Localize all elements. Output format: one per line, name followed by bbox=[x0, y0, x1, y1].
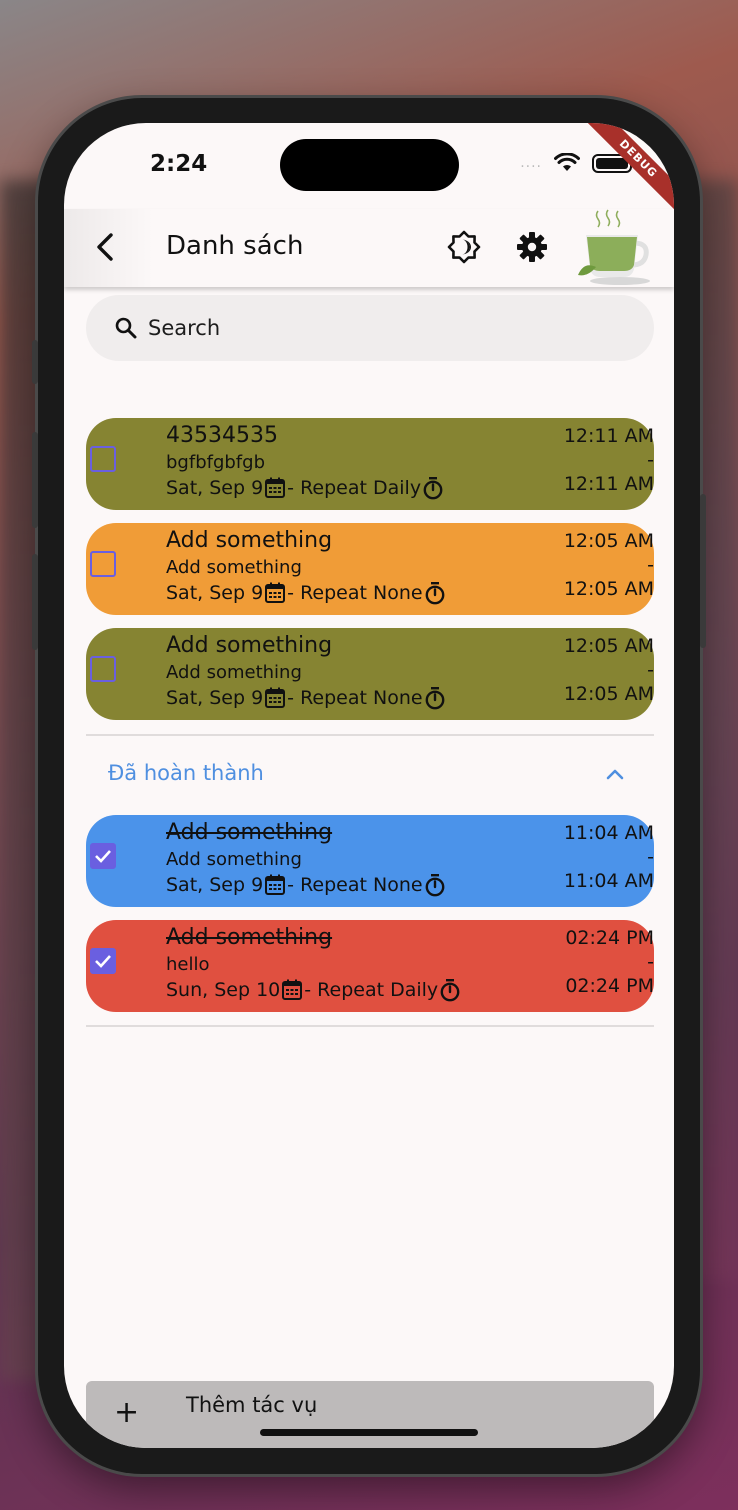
task-meta: Sat, Sep 9 - Repeat None bbox=[166, 873, 447, 897]
task-time-separator: - bbox=[647, 449, 654, 471]
dynamic-island bbox=[280, 139, 459, 191]
task-end-time: 12:05 AM bbox=[563, 683, 654, 705]
task-description: Add something bbox=[166, 849, 302, 870]
app-screen: 2:24 .... DEBUG Danh sách Search 4353453… bbox=[64, 123, 674, 1448]
task-time-separator: - bbox=[647, 846, 654, 868]
page-title: Danh sách bbox=[166, 231, 304, 261]
section-divider bbox=[86, 1025, 654, 1027]
timer-icon bbox=[423, 477, 443, 500]
task-card[interactable]: Add something Add something Sat, Sep 9 -… bbox=[86, 628, 654, 720]
task-time: 11:04 AM - 11:04 AM bbox=[544, 821, 654, 893]
task-description: hello bbox=[166, 954, 210, 975]
theme-toggle-button[interactable] bbox=[444, 227, 484, 267]
calendar-icon bbox=[265, 687, 286, 708]
task-checkbox-checked[interactable] bbox=[90, 948, 116, 974]
task-repeat: - Repeat None bbox=[287, 874, 423, 896]
task-card[interactable]: Add something Add something Sat, Sep 9 -… bbox=[86, 523, 654, 615]
task-meta: Sun, Sep 10 - Repeat Daily bbox=[166, 978, 462, 1002]
wifi-icon bbox=[554, 153, 580, 171]
task-description: Add something bbox=[166, 662, 302, 683]
task-end-time: 02:24 PM bbox=[565, 975, 654, 997]
status-icons: .... bbox=[520, 153, 632, 173]
task-checkbox[interactable] bbox=[90, 551, 116, 577]
task-start-time: 12:11 AM bbox=[563, 425, 654, 447]
task-title: Add something bbox=[166, 820, 333, 845]
task-title: Add something bbox=[166, 528, 333, 553]
phone-volume-down bbox=[32, 554, 38, 650]
task-repeat: - Repeat Daily bbox=[304, 979, 439, 1001]
completed-task-card[interactable]: Add something hello Sun, Sep 10 - Repeat… bbox=[86, 920, 654, 1012]
task-title: Add something bbox=[166, 633, 333, 658]
task-card[interactable]: 43534535 bgfbfgbfgb Sat, Sep 9 - Repeat … bbox=[86, 418, 654, 510]
timer-icon bbox=[425, 582, 444, 605]
task-description: Add something bbox=[166, 557, 302, 578]
task-repeat: - Repeat None bbox=[287, 582, 423, 604]
phone-power-button bbox=[700, 494, 706, 648]
task-date: Sun, Sep 10 bbox=[166, 979, 281, 1001]
settings-button[interactable] bbox=[512, 227, 552, 267]
add-task-label: Thêm tác vụ bbox=[186, 1393, 318, 1417]
gear-icon bbox=[517, 232, 547, 262]
task-time: 12:05 AM - 12:05 AM bbox=[544, 529, 654, 601]
app-bar: Danh sách bbox=[64, 209, 674, 287]
task-end-time: 12:05 AM bbox=[563, 578, 654, 600]
timer-icon bbox=[425, 687, 444, 710]
calendar-icon bbox=[265, 477, 286, 498]
task-checkbox[interactable] bbox=[90, 446, 116, 472]
search-bar[interactable]: Search bbox=[86, 295, 654, 361]
cellular-signal-icon: .... bbox=[520, 155, 542, 171]
check-icon bbox=[95, 955, 111, 968]
tea-cup-icon bbox=[568, 205, 652, 289]
task-start-time: 12:05 AM bbox=[563, 530, 654, 552]
timer-icon bbox=[425, 874, 444, 897]
task-repeat: - Repeat Daily bbox=[287, 477, 422, 499]
task-date: Sat, Sep 9 bbox=[166, 477, 264, 499]
plus-icon: + bbox=[114, 1395, 140, 1430]
task-date: Sat, Sep 9 bbox=[166, 687, 264, 709]
chevron-up-icon[interactable] bbox=[602, 761, 628, 787]
task-start-time: 12:05 AM bbox=[563, 635, 654, 657]
back-button[interactable] bbox=[86, 227, 126, 267]
search-placeholder: Search bbox=[148, 316, 221, 340]
task-end-time: 11:04 AM bbox=[563, 870, 654, 892]
task-time-separator: - bbox=[647, 659, 654, 681]
task-title: 43534535 bbox=[166, 423, 278, 448]
calendar-icon bbox=[282, 979, 303, 1000]
task-repeat: - Repeat None bbox=[287, 687, 423, 709]
phone-volume-up bbox=[32, 432, 38, 528]
calendar-icon bbox=[265, 874, 286, 895]
timer-icon bbox=[440, 979, 460, 1002]
task-meta: Sat, Sep 9 - Repeat None bbox=[166, 581, 447, 605]
completed-task-card[interactable]: Add something Add something Sat, Sep 9 -… bbox=[86, 815, 654, 907]
task-time: 12:11 AM - 12:11 AM bbox=[544, 424, 654, 496]
status-time: 2:24 bbox=[150, 151, 208, 177]
task-date: Sat, Sep 9 bbox=[166, 874, 264, 896]
task-date: Sat, Sep 9 bbox=[166, 582, 264, 604]
task-start-time: 02:24 PM bbox=[565, 927, 654, 949]
task-checkbox[interactable] bbox=[90, 656, 116, 682]
task-time: 02:24 PM - 02:24 PM bbox=[544, 926, 654, 998]
chevron-left-icon bbox=[97, 233, 113, 261]
search-icon bbox=[115, 317, 137, 339]
task-time: 12:05 AM - 12:05 AM bbox=[544, 634, 654, 706]
task-end-time: 12:11 AM bbox=[563, 473, 654, 495]
task-start-time: 11:04 AM bbox=[563, 822, 654, 844]
add-task-button[interactable]: + Thêm tác vụ bbox=[86, 1381, 654, 1448]
check-icon bbox=[95, 850, 111, 863]
task-meta: Sat, Sep 9 - Repeat None bbox=[166, 686, 447, 710]
home-indicator[interactable] bbox=[260, 1429, 478, 1436]
completed-section-header[interactable]: Đã hoàn thành bbox=[108, 761, 264, 785]
task-description: bgfbfgbfgb bbox=[166, 452, 265, 473]
task-checkbox-checked[interactable] bbox=[90, 843, 116, 869]
calendar-icon bbox=[265, 582, 286, 603]
task-time-separator: - bbox=[647, 951, 654, 973]
brightness-icon bbox=[447, 230, 481, 264]
phone-side-button bbox=[32, 340, 38, 384]
task-title: Add something bbox=[166, 925, 333, 950]
task-meta: Sat, Sep 9 - Repeat Daily bbox=[166, 476, 445, 500]
section-divider bbox=[86, 734, 654, 736]
task-time-separator: - bbox=[647, 554, 654, 576]
